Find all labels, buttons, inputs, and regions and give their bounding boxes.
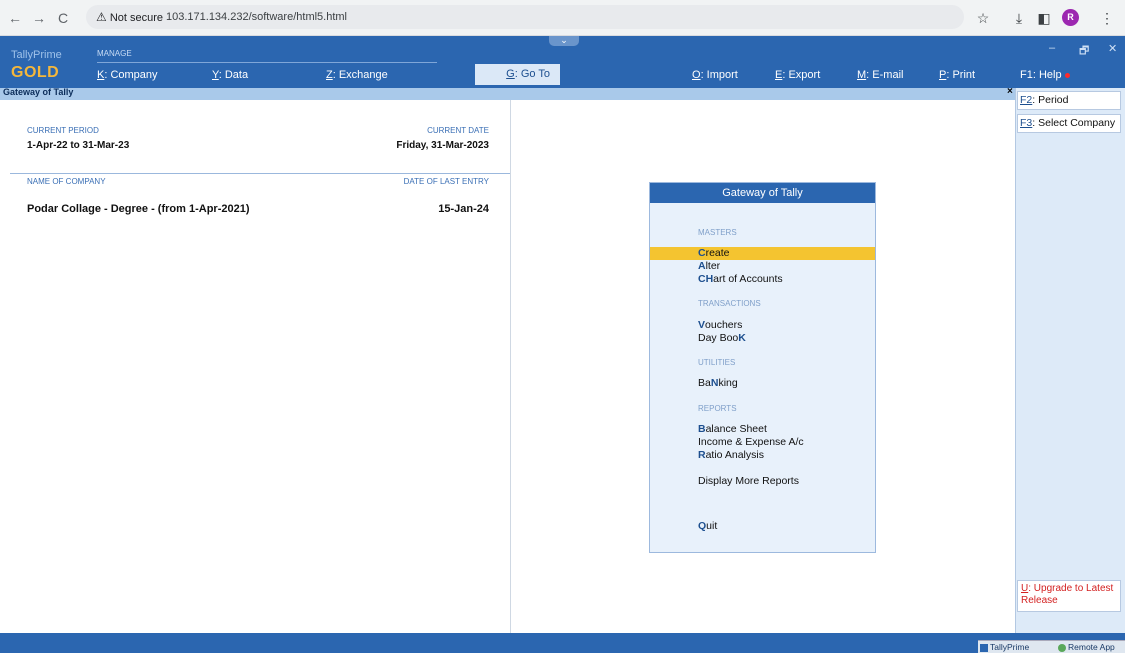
upgrade-button[interactable]: U: Upgrade to Latest Release [1017,580,1121,612]
menu-exchange[interactable]: Z: Exchange [326,69,388,81]
name-of-company-label: NAME OF COMPANY [27,177,106,186]
status-bar [0,633,1125,653]
section-utilities: UTILITIES [698,358,736,367]
current-date-label: CURRENT DATE [427,126,489,135]
reload-icon[interactable]: C [54,9,72,27]
company-info-panel: CURRENT PERIOD 1-Apr-22 to 31-Mar-23 CUR… [0,100,511,633]
right-button-bar: F2: Period F3: Select Company U: Upgrade… [1015,88,1125,633]
close-window-icon[interactable]: ✕ [1108,42,1117,55]
remote-app-icon [1058,643,1066,652]
close-icon[interactable]: × [1007,86,1013,97]
address-bar[interactable]: ⚠ Not secure 103.171.134.232/software/ht… [86,5,964,29]
not-secure-label: Not secure [109,12,164,24]
menu-item-create[interactable]: Create [698,247,730,259]
manage-divider [97,62,437,63]
period-button[interactable]: F2: Period [1017,91,1121,110]
back-arrow-icon[interactable]: ← [6,9,24,27]
manage-label: MANAGE [97,49,132,58]
screen-title-bar: Gateway of Tally × [0,86,1015,100]
menu-item-chart-of-accounts[interactable]: CHart of Accounts [698,273,783,285]
taskbar-tallyprime[interactable]: TallyPrime [980,642,1029,652]
menu-export[interactable]: E: Export [775,69,820,81]
tally-icon [980,643,988,652]
date-of-last-entry-label: DATE OF LAST ENTRY [403,177,489,186]
current-period-label: CURRENT PERIOD [27,126,99,135]
menu-import[interactable]: O: Import [692,69,738,81]
menu-item-banking[interactable]: BaNking [698,377,738,389]
collapse-chevron-icon[interactable]: ⌄ [549,36,579,46]
forward-arrow-icon[interactable]: → [30,9,48,27]
menu-item-ratio-analysis[interactable]: Ratio Analysis [698,449,764,461]
menu-item-vouchers[interactable]: Vouchers [698,319,742,331]
security-warning[interactable]: ⚠ Not secure [96,10,163,24]
current-period-value[interactable]: 1-Apr-22 to 31-Mar-23 [27,140,129,151]
menu-company[interactable]: K: Company [97,69,158,81]
gateway-menu-title: Gateway of Tally [650,183,875,203]
tally-header: ⌄ TallyPrime GOLD MANAGE K: Company Y: D… [0,36,1125,88]
section-masters: MASTERS [698,228,737,237]
profile-avatar[interactable]: R [1062,9,1079,26]
taskbar-remote-app[interactable]: Remote App [1058,642,1115,652]
section-reports: REPORTS [698,404,737,413]
selection-highlight [650,247,875,260]
gateway-menu: Gateway of Tally MASTERS Create Alter CH… [649,182,876,553]
restore-icon[interactable]: 🗗 [1079,42,1089,61]
menu-goto[interactable]: G: Go To [475,64,560,85]
current-date-value[interactable]: Friday, 31-Mar-2023 [396,140,489,151]
brand-edition: GOLD [11,64,60,81]
help-notification-dot [1064,72,1070,78]
download-icon[interactable]: ⤓ [1010,9,1028,27]
menu-item-display-more-reports[interactable]: Display More Reports [698,475,799,487]
bookmark-star-icon[interactable]: ☆ [974,9,992,27]
menu-data[interactable]: Y: Data [212,69,248,81]
divider [10,173,510,174]
minimize-icon[interactable]: – [1049,42,1055,54]
menu-item-balance-sheet[interactable]: Balance Sheet [698,423,767,435]
url-text[interactable]: 103.171.134.232/software/html5.html [166,11,347,23]
section-transactions: TRANSACTIONS [698,299,761,308]
menu-kebab-icon[interactable]: ⋮ [1098,9,1116,27]
menu-item-day-book[interactable]: Day BooK [698,332,746,344]
menu-help[interactable]: F1: Help [1020,69,1070,81]
menu-item-quit[interactable]: Quit [698,520,717,532]
menu-item-alter[interactable]: Alter [698,260,720,272]
last-entry-date: 15-Jan-24 [438,203,489,215]
menu-email[interactable]: M: E-mail [857,69,903,81]
brand-name: TallyPrime [11,49,62,61]
taskbar: TallyPrime Remote App [978,640,1125,653]
menu-item-income-expense[interactable]: Income & Expense A/c [698,436,804,448]
menu-print[interactable]: P: Print [939,69,975,81]
warning-icon: ⚠ [96,10,107,24]
screen-title: Gateway of Tally [3,87,74,97]
browser-toolbar: ← → C ⚠ Not secure 103.171.134.232/softw… [0,0,1125,36]
select-company-button[interactable]: F3: Select Company [1017,114,1121,133]
side-panel-icon[interactable]: ◧ [1035,9,1053,27]
company-name[interactable]: Podar Collage - Degree - (from 1-Apr-202… [27,203,250,215]
